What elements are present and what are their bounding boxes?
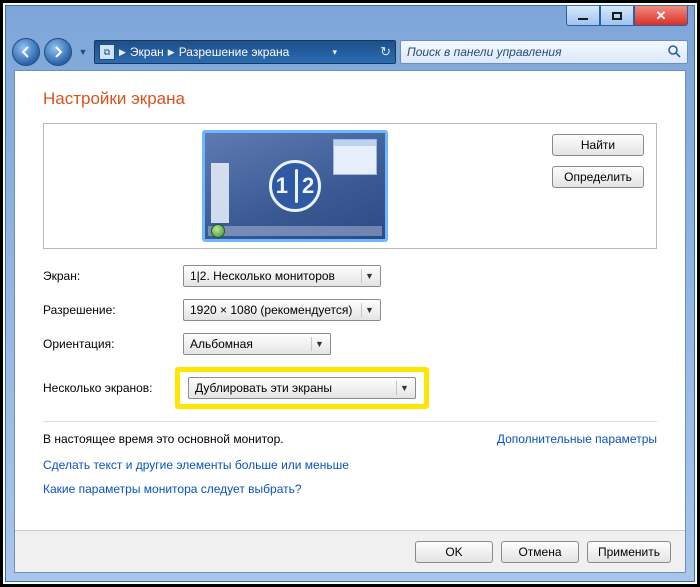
arrow-right-icon [52,46,64,58]
chevron-down-icon: ▼ [361,303,377,317]
resolution-combo[interactable]: 1920 × 1080 (рекомендуется) ▼ [183,299,381,321]
chevron-down-icon: ▼ [311,337,327,351]
apply-button[interactable]: Применить [587,541,671,563]
screen-combo[interactable]: 1|2. Несколько мониторов ▼ [183,265,381,287]
monitor-id-2: 2 [302,173,314,199]
window-frame: ✕ ▼ ⧉ ▶ Экран ▶ Разрешение экрана ▾ ↻ По… [5,5,695,582]
cancel-button[interactable]: Отмена [501,541,579,563]
help-link[interactable]: Какие параметры монитора следует выбрать… [43,482,657,496]
titlebar: ✕ [6,6,694,36]
search-placeholder: Поиск в панели управления [407,45,562,59]
multi-value: Дублировать эти экраны [195,381,332,395]
chevron-right-icon: ▶ [168,47,175,58]
chevron-right-icon: ▶ [119,47,126,58]
search-icon [667,44,681,61]
find-button[interactable]: Найти [552,134,644,156]
breadcrumb-item[interactable]: Разрешение экрана [179,45,290,59]
monitor-preview-box: 1 2 Найти Определить [43,123,657,249]
orientation-value: Альбомная [190,337,253,351]
monitor-id-badge: 1 2 [269,160,321,212]
advanced-settings-link[interactable]: Дополнительные параметры [497,432,657,446]
control-panel-icon: ⧉ [99,44,115,60]
page-title: Настройки экрана [43,89,657,109]
wallpaper-sidebar [211,163,229,223]
resolution-label: Разрешение: [43,303,183,317]
multi-displays-combo[interactable]: Дублировать эти экраны ▼ [188,377,416,399]
window-close-button[interactable]: ✕ [634,6,688,26]
detect-button[interactable]: Определить [552,166,644,188]
divider [43,421,657,422]
chevron-down-icon[interactable]: ▾ [332,47,337,58]
search-input[interactable]: Поиск в панели управления [400,40,688,64]
dialog-footer: OK Отмена Применить [15,530,685,572]
refresh-icon[interactable]: ↻ [380,44,391,60]
chevron-down-icon: ▼ [361,269,377,283]
monitor-thumbnail[interactable]: 1 2 [202,130,388,242]
resolution-value: 1920 × 1080 (рекомендуется) [190,303,352,317]
ok-button[interactable]: OK [415,541,493,563]
nav-history-dropdown[interactable]: ▼ [76,43,90,61]
primary-monitor-status: В настоящее время это основной монитор. [43,432,284,446]
window-minimize-button[interactable] [566,6,600,26]
orientation-label: Ориентация: [43,337,183,351]
nav-back-button[interactable] [12,38,40,66]
monitor-preview-canvas[interactable]: 1 2 [44,124,546,248]
dpi-link[interactable]: Сделать текст и другие элементы больше и… [43,458,657,472]
breadcrumb-item[interactable]: Экран [130,45,164,59]
screen-label: Экран: [43,269,183,283]
chevron-down-icon: ▼ [396,381,412,395]
orientation-combo[interactable]: Альбомная ▼ [183,333,331,355]
multi-label: Несколько экранов: [43,381,183,395]
monitor-id-1: 1 [276,173,288,199]
start-orb-icon [211,224,225,238]
arrow-left-icon [20,46,32,58]
wallpaper-taskbar [208,226,382,236]
nav-forward-button[interactable] [44,38,72,66]
address-bar[interactable]: ⧉ ▶ Экран ▶ Разрешение экрана ▾ ↻ [94,40,396,64]
window-maximize-button[interactable] [600,6,634,26]
nav-bar: ▼ ⧉ ▶ Экран ▶ Разрешение экрана ▾ ↻ Поис… [6,36,694,68]
screen-value: 1|2. Несколько мониторов [190,269,335,283]
highlight-box: Дублировать эти экраны ▼ [175,367,429,409]
client-area: Настройки экрана 1 2 Найти [14,70,686,573]
wallpaper-window [333,139,377,175]
